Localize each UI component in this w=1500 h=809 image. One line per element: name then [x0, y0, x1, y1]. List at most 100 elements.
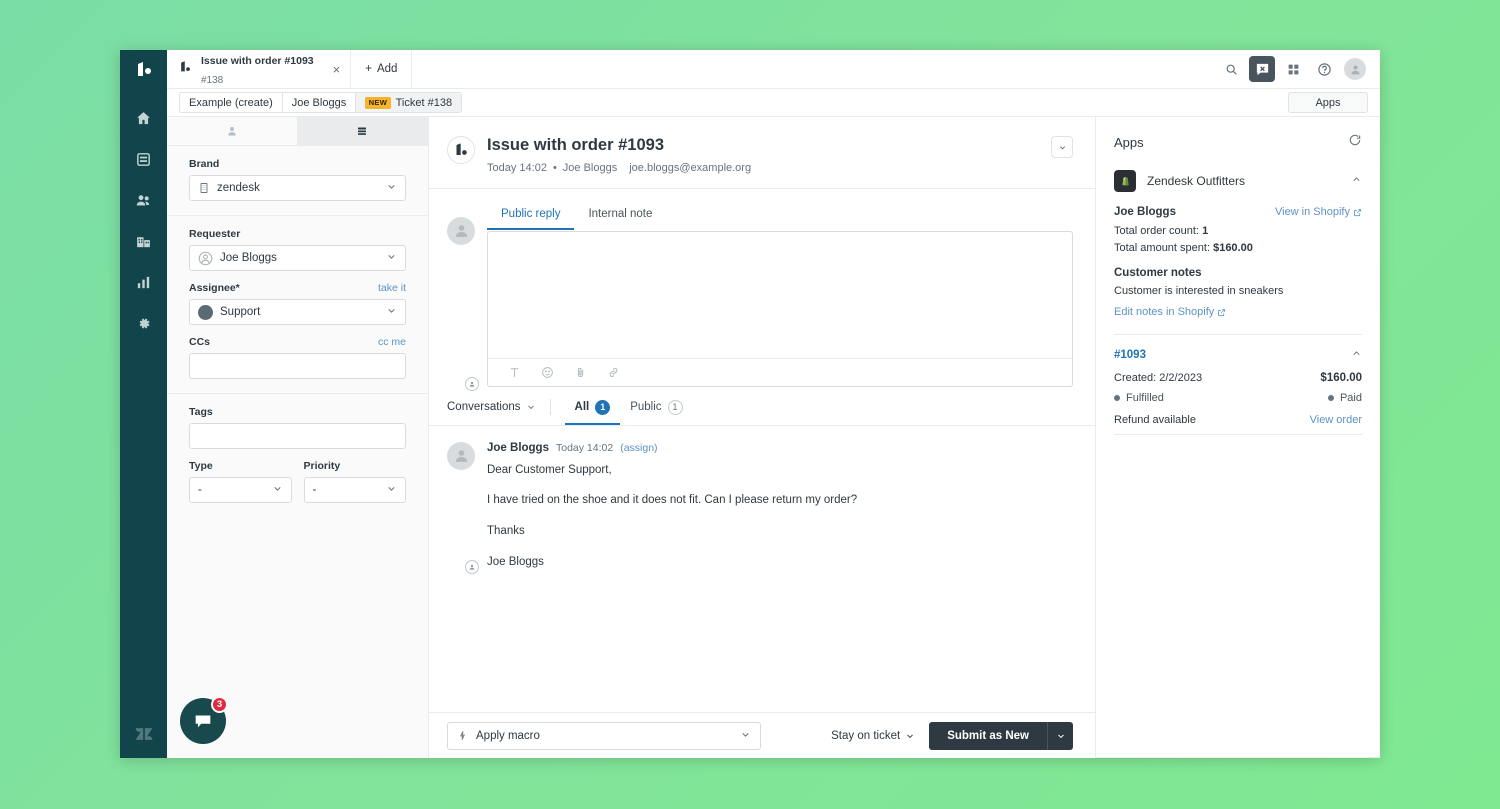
help-icon[interactable]: [1311, 56, 1337, 82]
reply-editor: [487, 230, 1073, 387]
view-order-link[interactable]: View order: [1310, 414, 1362, 426]
text-format-icon[interactable]: [508, 366, 521, 379]
order-id-link[interactable]: #1093: [1114, 349, 1146, 361]
apply-macro-select[interactable]: Apply macro: [447, 721, 761, 750]
add-tab-button[interactable]: + Add: [351, 50, 413, 88]
emoji-icon[interactable]: [541, 366, 554, 379]
link-icon[interactable]: [607, 366, 620, 379]
cc-me-link[interactable]: cc me: [378, 336, 406, 348]
message-paragraph: Thanks: [487, 525, 525, 538]
submit-options-button[interactable]: [1047, 721, 1073, 750]
priority-select[interactable]: -: [303, 477, 406, 503]
breadcrumb-item-ticket[interactable]: NEW Ticket #138: [356, 93, 462, 112]
conversations-label: Conversations: [447, 400, 521, 413]
messaging-icon[interactable]: [1249, 56, 1275, 82]
edit-notes-link[interactable]: Edit notes in Shopify: [1114, 306, 1226, 318]
ticket-header: Issue with order #1093 Today 14:02 • Joe…: [429, 117, 1095, 189]
payment-status: Paid: [1327, 392, 1362, 404]
shopify-icon: [1114, 170, 1136, 192]
sidebar-item-settings[interactable]: [120, 303, 167, 344]
priority-value: -: [312, 484, 317, 496]
tab-ticket[interactable]: [297, 117, 428, 145]
amount-spent-value: $160.00: [1213, 242, 1253, 254]
apply-macro-label: Apply macro: [476, 729, 540, 742]
tab-all[interactable]: All 1: [564, 399, 621, 425]
ccs-input[interactable]: [189, 353, 406, 379]
tab-public-reply[interactable]: Public reply: [487, 203, 575, 230]
main-region: Brand zendesk Requester Joe Bloggs Assig…: [167, 117, 1380, 758]
external-link-icon: [1218, 308, 1226, 316]
messenger-widget-button[interactable]: 3: [180, 696, 228, 744]
order-created-row: Created: 2/2/2023 $160.00: [1114, 372, 1362, 384]
conversation-thread: Joe Bloggs Today 14:02 (assign) Dear Cus…: [429, 426, 1095, 712]
sidebar-item-reporting[interactable]: [120, 262, 167, 303]
stay-on-ticket-dropdown[interactable]: Stay on ticket: [831, 730, 915, 742]
tab-user[interactable]: [167, 117, 298, 145]
sidebar-item-home[interactable]: [120, 98, 167, 139]
type-priority-row: Type - Priority -: [189, 460, 406, 503]
page-title: Issue with order #1093: [487, 136, 664, 154]
tab-internal-note[interactable]: Internal note: [574, 203, 666, 230]
conversations-dropdown[interactable]: Conversations: [447, 401, 536, 423]
submit-button[interactable]: Submit as New: [929, 721, 1047, 750]
refresh-icon[interactable]: [1348, 133, 1362, 152]
meta-separator: •: [552, 161, 557, 174]
topbar-actions: [1218, 50, 1380, 88]
stay-on-ticket-label: Stay on ticket: [831, 729, 901, 742]
ticket-tab-138[interactable]: Issue with order #1093 #138 ×: [167, 50, 352, 88]
message-time: Today 14:02: [555, 441, 614, 454]
sidebar-item-views[interactable]: [120, 139, 167, 180]
attachment-icon[interactable]: [574, 366, 587, 379]
chevron-up-icon[interactable]: [1351, 172, 1362, 190]
message-avatar: [447, 441, 479, 575]
app-header-row[interactable]: Zendesk Outfitters: [1114, 164, 1362, 206]
product-logo: [120, 50, 167, 90]
tab-all-label: All: [574, 401, 590, 414]
ticket-brand-avatar: [447, 136, 475, 164]
chevron-down-icon: [740, 729, 751, 743]
breadcrumb-item-example[interactable]: Example (create): [180, 93, 283, 112]
apps-button[interactable]: Apps: [1288, 92, 1368, 113]
breadcrumb: Example (create) Joe Bloggs NEW Ticket #…: [179, 92, 463, 113]
brand-select[interactable]: zendesk: [189, 175, 406, 201]
breadcrumb-label: Joe Bloggs: [291, 96, 347, 109]
shopify-app-card: Zendesk Outfitters Joe Bloggs View in Sh…: [1096, 164, 1380, 435]
ticket-conversation-column: Issue with order #1093 Today 14:02 • Joe…: [429, 117, 1095, 758]
ticket-options-button[interactable]: [1051, 136, 1073, 158]
order-created: Created: 2/2/2023: [1114, 372, 1203, 384]
avatar[interactable]: [1342, 56, 1368, 82]
assignee-select[interactable]: Support: [189, 299, 406, 325]
chevron-down-icon: [386, 251, 397, 265]
priority-label: Priority: [303, 460, 341, 472]
people-section: Requester Joe Bloggs Assignee* take it S…: [167, 216, 428, 394]
message-paragraph: Joe Bloggs: [487, 555, 544, 568]
assign-link[interactable]: (assign): [620, 442, 657, 454]
customer-name: Joe Bloggs: [1114, 206, 1176, 218]
tab-public[interactable]: Public 1: [620, 399, 692, 425]
order-amount: $160.00: [1320, 372, 1362, 384]
ccs-label-row: CCs cc me: [189, 336, 406, 348]
breadcrumb-item-user[interactable]: Joe Bloggs: [283, 93, 357, 112]
apps-grid-icon[interactable]: [1280, 56, 1306, 82]
search-icon[interactable]: [1218, 56, 1244, 82]
type-select[interactable]: -: [189, 477, 292, 503]
customer-notes-title: Customer notes: [1114, 267, 1202, 279]
sidebar-item-organizations[interactable]: [120, 221, 167, 262]
chevron-down-icon: [527, 405, 534, 409]
chevron-up-icon[interactable]: [1351, 346, 1362, 364]
take-it-link[interactable]: take it: [378, 282, 406, 294]
amount-spent-line: Total amount spent: $160.00: [1114, 242, 1362, 254]
user-type-icon: [465, 560, 479, 575]
reply-textarea[interactable]: [488, 232, 1072, 358]
view-in-shopify-link[interactable]: View in Shopify: [1275, 206, 1362, 218]
sidebar-item-customers[interactable]: [120, 180, 167, 221]
apps-panel-empty-space: [1096, 435, 1380, 757]
tags-input[interactable]: [189, 423, 406, 449]
requester-select[interactable]: Joe Bloggs: [189, 245, 406, 271]
requester-label: Requester: [189, 228, 241, 240]
breadcrumb-bar: Example (create) Joe Bloggs NEW Ticket #…: [167, 89, 1380, 117]
tags-label: Tags: [189, 406, 213, 418]
close-icon[interactable]: ×: [333, 62, 341, 77]
avatar: [447, 441, 475, 470]
nav-items: [120, 90, 167, 344]
